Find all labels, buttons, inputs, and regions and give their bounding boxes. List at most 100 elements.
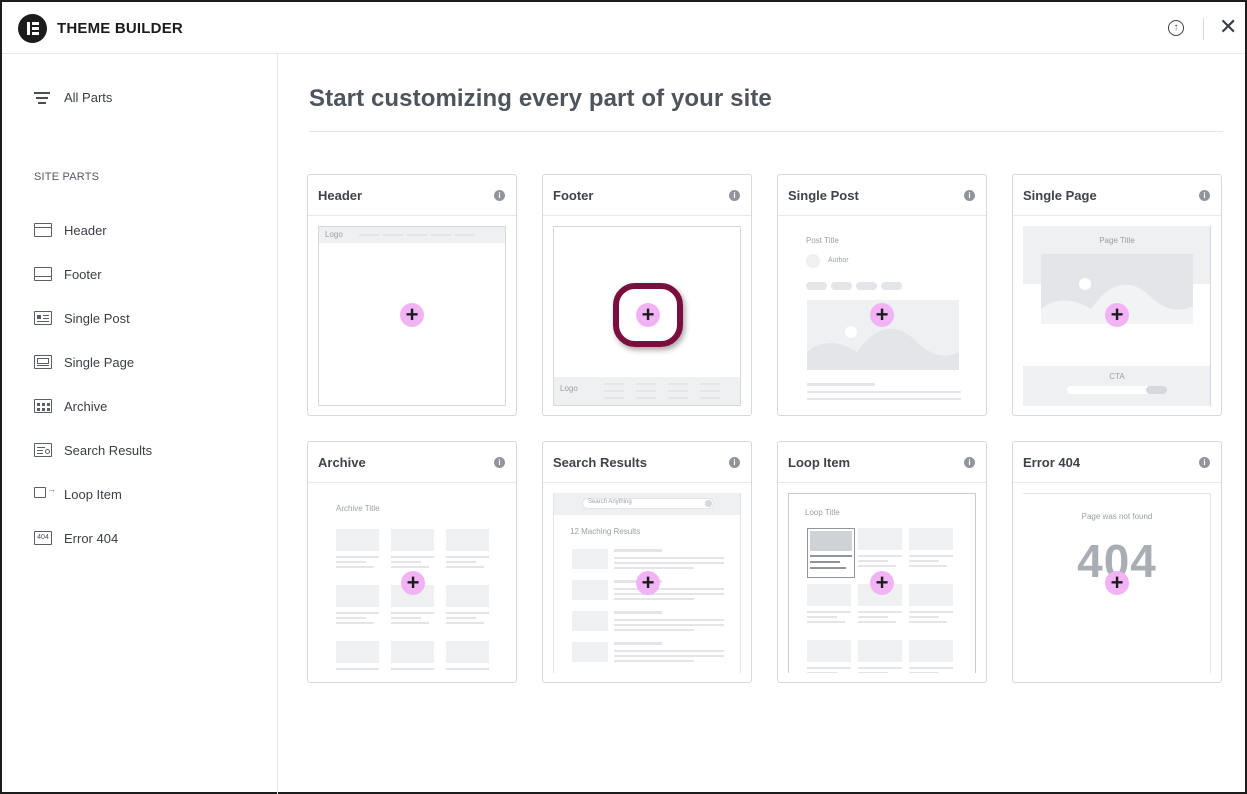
sidebar-item-single-post[interactable]: Single Post [34,310,254,328]
card-heading: Error 404 i [1013,442,1221,483]
preview-archive-title: Archive Title [336,504,380,513]
card-heading: Footer i [543,175,751,216]
sidebar-item-label: Search Results [64,443,153,458]
archive-grid-icon [34,399,52,413]
sidebar-item-header[interactable]: Header [34,222,254,240]
top-divider [1203,18,1204,40]
card-heading: Single Page i [1013,175,1221,216]
sidebar-item-footer[interactable]: Footer [34,266,254,284]
wireframe-shape [614,629,694,631]
wireframe-shape [614,650,724,652]
wireframe-shape [909,555,953,557]
info-icon[interactable]: i [1199,190,1210,201]
sidebar-item-search-results[interactable]: Search Results [34,442,254,460]
wireframe-shape [391,556,434,558]
wireframe-shape [858,616,888,618]
info-icon[interactable]: i [964,457,975,468]
add-search-results-button[interactable]: + [636,571,660,595]
arrow-icon: → [47,484,56,494]
sidebar-item-single-page[interactable]: Single Page [34,354,254,372]
wireframe-shape [614,562,724,564]
info-icon[interactable]: i [729,457,740,468]
close-icon[interactable]: ✕ [1219,15,1237,39]
info-icon[interactable]: i [729,190,740,201]
info-icon[interactable]: ↑ [1168,20,1184,36]
wireframe-shape [858,560,888,562]
wireframe-shape [909,672,939,673]
card-heading: Search Results i [543,442,751,483]
preview-search-placeholder: Search Anything [588,499,632,505]
add-footer-button[interactable]: + [636,303,660,327]
wireframe-shape [336,612,379,614]
wireframe-shape [391,617,421,619]
card-title: Search Results [553,455,647,470]
app-title: THEME BUILDER [57,20,183,37]
sidebar-item-error-404[interactable]: 404 Error 404 [34,530,254,548]
card-archive[interactable]: Archive i Archive Title + [307,441,517,683]
card-footer[interactable]: Footer i Logo + [542,174,752,416]
card-header[interactable]: Header i Logo + [307,174,517,416]
wireframe-shape [909,640,953,662]
wireframe-shape [807,621,845,623]
sidebar-item-loop-item[interactable]: → Loop Item [34,484,254,504]
wireframe-shape [614,567,694,569]
card-heading: Loop Item i [778,442,986,483]
search-results-icon [34,443,52,457]
info-icon[interactable]: i [494,190,505,201]
wireframe-shape [858,621,896,623]
wireframe-shape [336,617,366,619]
card-title: Single Page [1023,188,1097,203]
preview-page-title: Page Title [1099,236,1135,245]
preview-post-title: Post Title [806,236,839,245]
wireframe-shape [336,561,366,563]
wireframe-shape [572,642,608,662]
add-header-button[interactable]: + [400,303,424,327]
wireframe-shape [807,640,851,662]
info-icon[interactable]: i [964,190,975,201]
wireframe-shape [909,611,953,613]
wireframe-shape [572,580,608,600]
wireframe-shape [336,556,379,558]
card-loop-item[interactable]: Loop Item i Loop Title + [777,441,987,683]
wireframe-shape [336,622,374,624]
card-single-page[interactable]: Single Page i Page Title CTA + [1012,174,1222,416]
preview-logo: Logo [325,230,343,239]
preview-cta: CTA [1109,372,1125,381]
card-error-404[interactable]: Error 404 i Page was not found 404 + [1012,441,1222,683]
card-heading: Archive i [308,442,516,483]
wireframe-shape [807,667,851,669]
card-title: Single Post [788,188,859,203]
sidebar-item-label: Single Post [64,311,130,326]
add-single-page-button[interactable]: + [1105,303,1129,327]
wireframe-shape [909,584,953,606]
sidebar-item-label: Loop Item [64,487,122,502]
info-icon[interactable]: i [1199,457,1210,468]
wireframe-shape [446,556,489,558]
wireframe-shape [446,641,489,663]
wireframe-shape [391,668,434,670]
card-search-results[interactable]: Search Results i Search Anything 12 Mach… [542,441,752,683]
card-title: Archive [318,455,366,470]
wireframe-shape [614,642,662,645]
elementor-logo-icon [18,14,47,43]
add-error-404-button[interactable]: + [1105,571,1129,595]
wireframe-shape [391,641,434,663]
wireframe-shape [614,588,724,590]
add-archive-button[interactable]: + [401,571,425,595]
card-title: Loop Item [788,455,851,470]
add-single-post-button[interactable]: + [870,303,894,327]
wireframe-shape [391,622,429,624]
add-loop-item-button[interactable]: + [870,571,894,595]
wireframe-shape [858,555,902,557]
info-icon[interactable]: i [494,457,505,468]
wireframe-shape [336,585,379,607]
sidebar-item-archive[interactable]: Archive [34,398,254,416]
wireframe-shape [810,561,840,563]
card-heading: Header i [308,175,516,216]
wireframe-shape [810,567,846,569]
card-single-post[interactable]: Single Post i Post Title Author + [777,174,987,416]
wireframe-shape [446,529,489,551]
wireframe-shape [614,557,724,559]
wireframe-shape [446,612,489,614]
wireframe-shape [614,611,662,614]
